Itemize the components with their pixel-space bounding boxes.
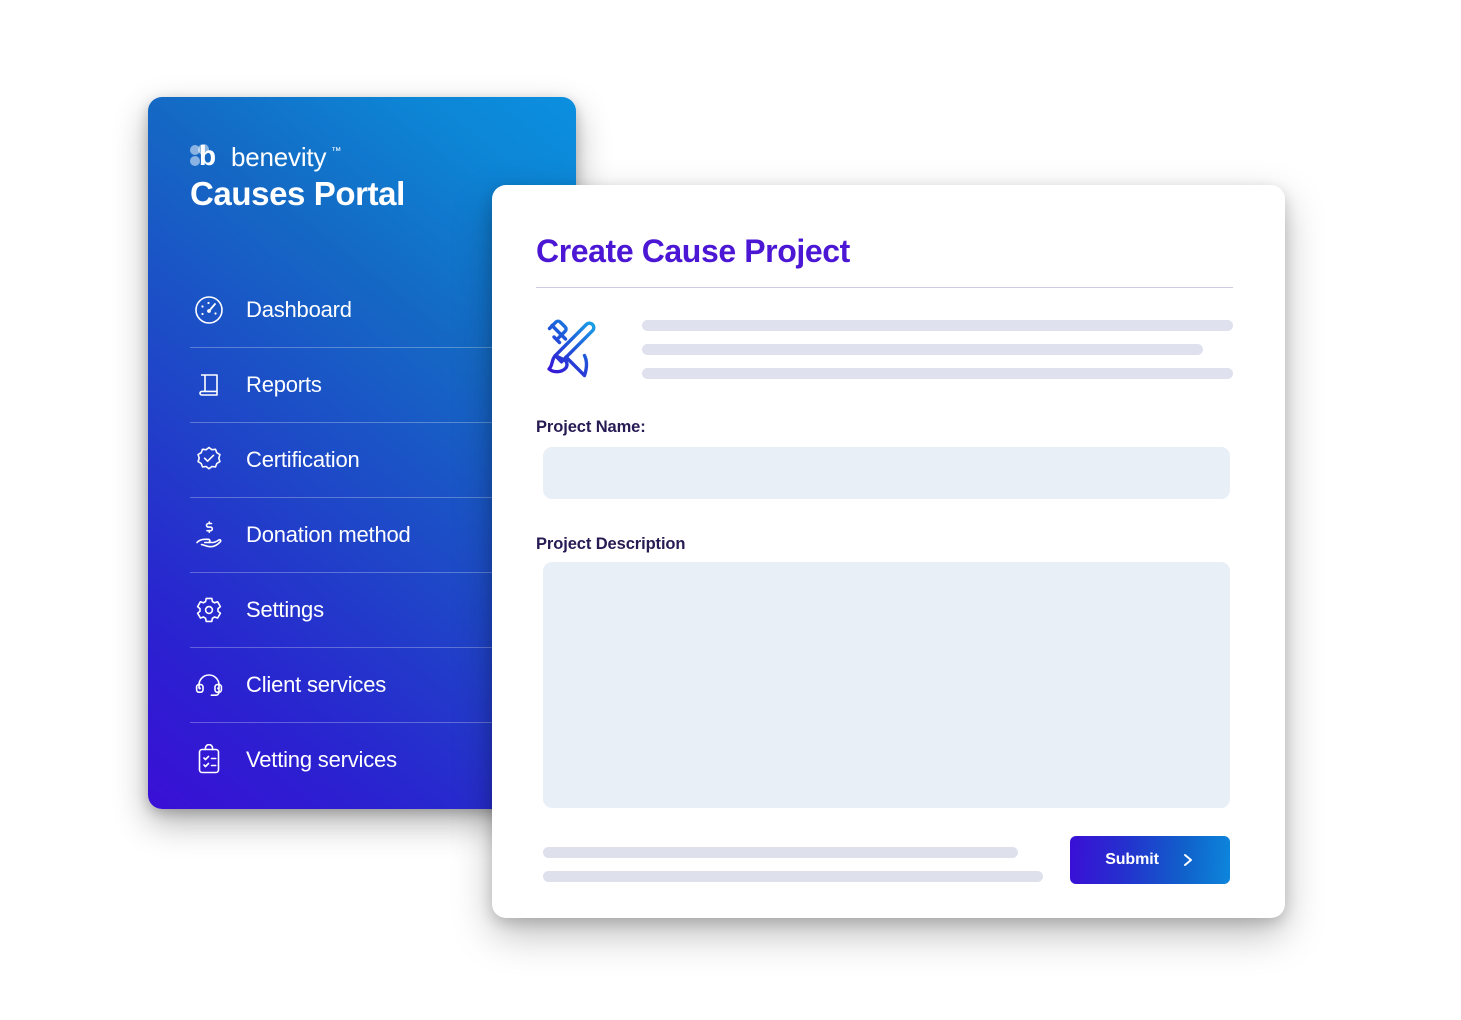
chevron-right-icon (1181, 852, 1195, 868)
gauge-icon (192, 293, 226, 327)
create-cause-project-card: Create Cause Project Project Name: Proje… (492, 185, 1285, 918)
benevity-flower-b-icon: b (190, 140, 222, 171)
intro-placeholder-lines (642, 319, 1233, 379)
sidebar-item-label: Dashboard (246, 296, 352, 322)
placeholder-line (642, 319, 1233, 331)
sidebar-item-label: Reports (246, 371, 322, 397)
submit-button-label: Submit (1105, 851, 1159, 868)
page-title: Create Cause Project (536, 233, 850, 269)
project-description-label: Project Description (536, 535, 686, 553)
sidebar-item-label: Donation method (246, 521, 411, 547)
sidebar-item-label: Vetting services (246, 746, 397, 772)
placeholder-line (642, 343, 1204, 355)
intro-row (536, 315, 1233, 383)
portal-title: Causes Portal (190, 175, 405, 212)
submit-button[interactable]: Submit (1070, 836, 1230, 884)
headset-icon (192, 668, 226, 702)
logo-trademark: ™ (331, 146, 342, 157)
project-name-input[interactable] (543, 447, 1230, 499)
clipboard-checklist-icon (192, 743, 226, 777)
title-divider (536, 287, 1233, 288)
hand-dollar-icon (192, 518, 226, 552)
logo-b-glyph: b (199, 140, 216, 171)
gear-icon (192, 593, 226, 627)
book-icon (192, 368, 226, 402)
project-name-label: Project Name: (536, 418, 646, 436)
placeholder-line (543, 847, 1018, 858)
paintbrush-pencil-icon (536, 315, 604, 383)
placeholder-line (543, 871, 1043, 882)
sidebar-item-label: Certification (246, 446, 360, 472)
sidebar-item-label: Settings (246, 596, 324, 622)
project-description-textarea[interactable] (543, 562, 1230, 808)
benevity-logo: b benevity ™ (190, 140, 342, 172)
placeholder-line (642, 367, 1233, 379)
screenshot-root: b benevity ™ Causes Portal Dashboard Rep… (0, 0, 1461, 1020)
logo-wordmark: benevity (231, 142, 327, 172)
footer-placeholder-lines (543, 847, 1043, 882)
sidebar-item-label: Client services (246, 671, 387, 697)
badge-check-icon (192, 443, 226, 477)
